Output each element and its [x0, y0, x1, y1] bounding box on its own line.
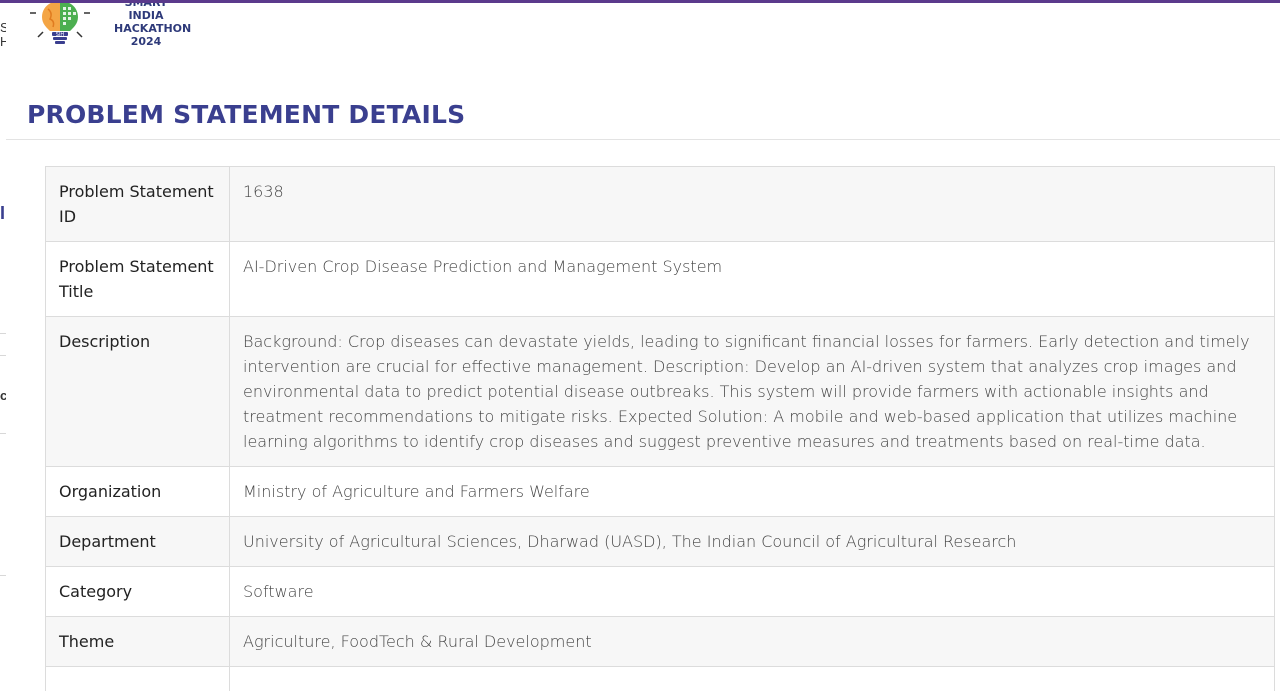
row-label-category: Category [45, 566, 230, 617]
row-label-next [45, 666, 230, 691]
row-value-next [229, 666, 1275, 691]
row-label-problem-statement-id: Problem Statement ID [45, 166, 230, 242]
title-divider [6, 139, 1280, 140]
logo-line: HACKATHON [114, 22, 192, 35]
row-value-description: Background: Crop diseases can devastate … [229, 316, 1275, 467]
table-row: Category Software [45, 566, 1275, 617]
row-value-organization: Ministry of Agriculture and Farmers Welf… [229, 466, 1275, 517]
logo-line: 2024 [130, 35, 162, 48]
details-table: Problem Statement ID 1638 Problem Statem… [45, 166, 1275, 691]
background-text-fragment: I [0, 203, 6, 223]
table-row: Theme Agriculture, FoodTech & Rural Deve… [45, 616, 1275, 667]
row-label-organization: Organization [45, 466, 230, 517]
table-row: Department University of Agricultural Sc… [45, 516, 1275, 567]
problem-statement-modal: SIH SMART INDIA HACKATHON 2024 PROBLEM S… [6, 3, 1280, 691]
sih-logo: SIH SMART INDIA HACKATHON 2024 [30, 3, 192, 51]
table-row: Description Background: Crop diseases ca… [45, 316, 1275, 467]
row-value-department: University of Agricultural Sciences, Dha… [229, 516, 1275, 567]
logo-wordmark: SMART INDIA HACKATHON 2024 [114, 3, 192, 48]
bulb-icon: SIH [30, 3, 90, 44]
row-label-description: Description [45, 316, 230, 467]
row-value-category: Software [229, 566, 1275, 617]
page-title: PROBLEM STATEMENT DETAILS [27, 100, 466, 129]
row-value-problem-statement-title: AI-Driven Crop Disease Prediction and Ma… [229, 241, 1275, 317]
row-label-theme: Theme [45, 616, 230, 667]
logo-badge: SIH [56, 32, 65, 38]
logo-line: SMART INDIA [125, 3, 168, 22]
table-row: Organization Ministry of Agriculture and… [45, 466, 1275, 517]
table-row: Problem Statement ID 1638 [45, 166, 1275, 242]
table-row: Problem Statement Title AI-Driven Crop D… [45, 241, 1275, 317]
row-value-problem-statement-id: 1638 [229, 166, 1275, 242]
row-label-problem-statement-title: Problem Statement Title [45, 241, 230, 317]
row-value-theme: Agriculture, FoodTech & Rural Developmen… [229, 616, 1275, 667]
row-label-department: Department [45, 516, 230, 567]
table-row [45, 666, 1275, 691]
